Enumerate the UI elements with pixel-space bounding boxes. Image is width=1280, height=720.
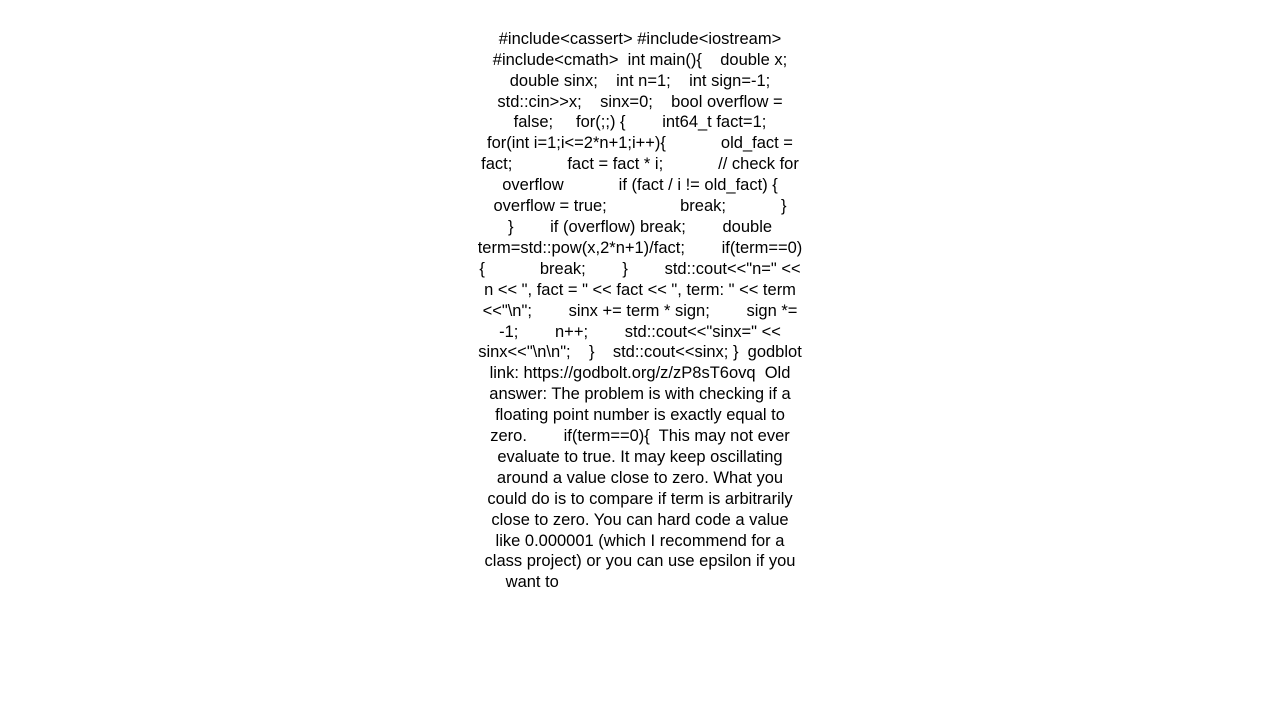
page-viewport: #include<cassert> #include<iostream> #in… bbox=[0, 0, 1280, 720]
answer-body-text: #include<cassert> #include<iostream> #in… bbox=[477, 29, 852, 592]
answer-content-column: #include<cassert> #include<iostream> #in… bbox=[477, 0, 803, 635]
